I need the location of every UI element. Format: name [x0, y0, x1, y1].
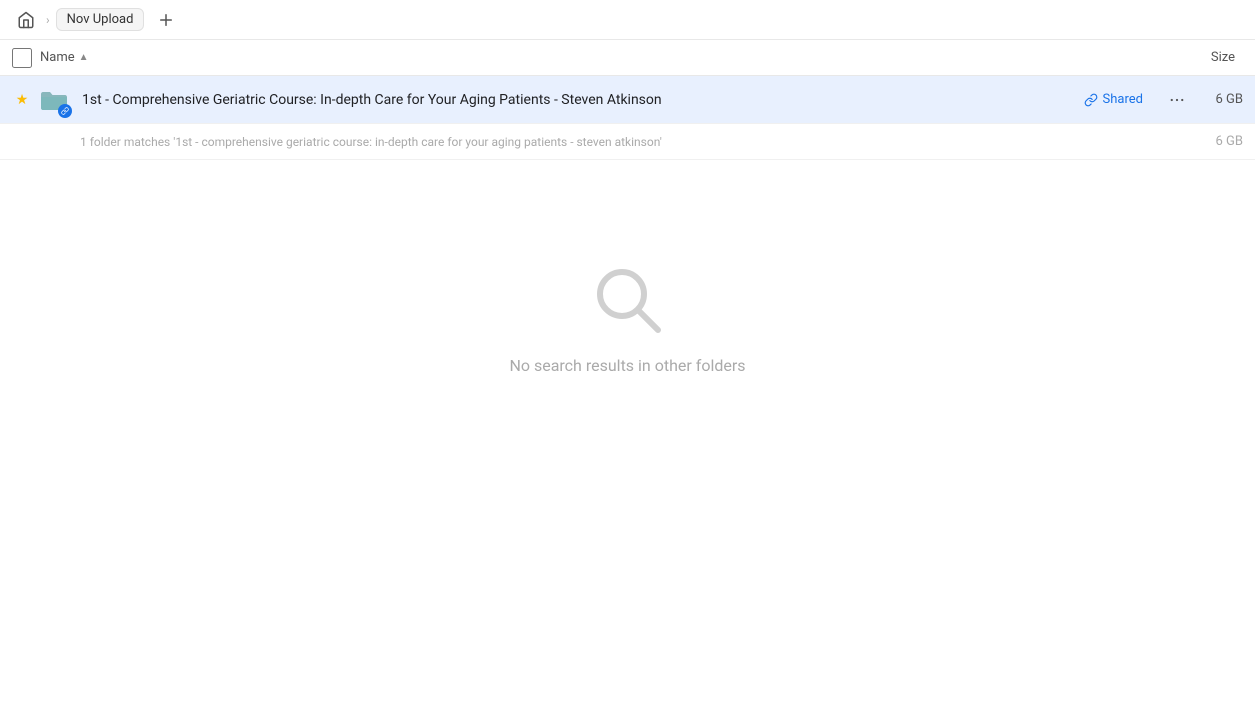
column-header-row: Name ▲ Size	[0, 40, 1255, 76]
match-info-size: 6 GB	[1203, 134, 1243, 149]
breadcrumb-bar: › Nov Upload	[0, 0, 1255, 40]
breadcrumb-chevron: ›	[46, 13, 50, 27]
add-tab-button[interactable]	[152, 6, 180, 34]
no-results-text: No search results in other folders	[509, 356, 745, 375]
select-all-checkbox[interactable]	[12, 48, 32, 68]
name-column-label: Name	[40, 50, 75, 65]
shared-badge[interactable]: Shared	[1084, 92, 1143, 107]
add-icon	[157, 11, 175, 29]
shared-label: Shared	[1103, 92, 1143, 107]
home-button[interactable]	[12, 6, 40, 34]
match-info-text: 1 folder matches '1st - comprehensive ge…	[80, 135, 1203, 149]
file-row[interactable]: ★ 1st - Comprehensive Geriatric Course: …	[0, 76, 1255, 124]
no-results-search-icon	[588, 260, 668, 340]
name-column-header[interactable]: Name ▲	[40, 50, 1211, 65]
more-options-button[interactable]	[1163, 86, 1191, 114]
home-icon	[17, 11, 35, 29]
breadcrumb-folder[interactable]: Nov Upload	[56, 8, 145, 31]
file-name: 1st - Comprehensive Geriatric Course: In…	[82, 92, 1084, 108]
match-info-row: 1 folder matches '1st - comprehensive ge…	[0, 124, 1255, 160]
star-icon[interactable]: ★	[12, 90, 32, 110]
more-icon	[1168, 91, 1186, 109]
link-icon	[61, 107, 69, 115]
empty-state: No search results in other folders	[0, 160, 1255, 375]
sort-ascending-icon: ▲	[79, 52, 89, 63]
share-link-icon	[1084, 93, 1098, 107]
file-size: 6 GB	[1203, 92, 1243, 107]
folder-icon-wrapper	[36, 82, 72, 118]
link-badge	[58, 104, 72, 118]
size-column-header: Size	[1211, 50, 1235, 65]
breadcrumb-folder-label: Nov Upload	[67, 12, 134, 27]
